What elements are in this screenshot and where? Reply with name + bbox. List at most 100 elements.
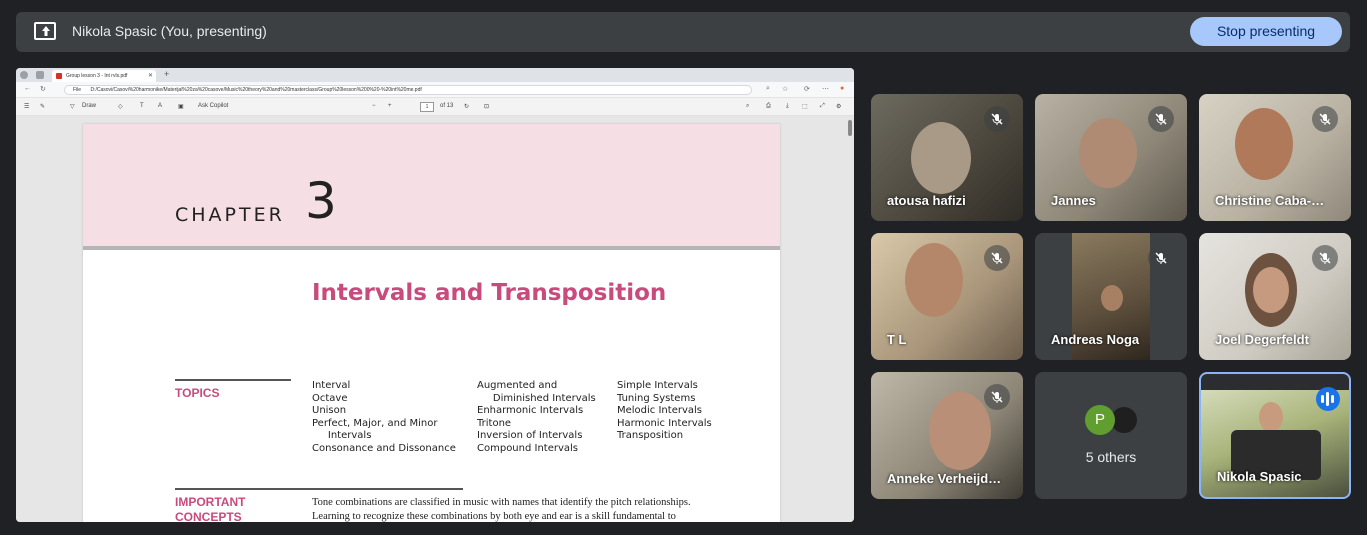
participant-tile[interactable]: T L [871, 233, 1023, 360]
topic-item: Unison [312, 405, 347, 417]
print-icon[interactable]: ⎙ [766, 103, 771, 110]
participant-tile[interactable]: atousa hafizi [871, 94, 1023, 221]
topic-item: Inversion of Intervals [477, 430, 583, 442]
new-tab-icon[interactable]: + [164, 69, 169, 79]
rotate-icon[interactable]: ↻ [464, 103, 469, 110]
topics-rule [175, 379, 291, 381]
concepts-label-line2: CONCEPTS [175, 510, 242, 522]
participant-name: T L [887, 332, 907, 347]
fullscreen-icon[interactable]: ⤢ [820, 103, 825, 110]
topic-item: Diminished Intervals [477, 392, 596, 404]
save-as-icon[interactable]: ⬚ [802, 103, 808, 110]
profile-icon[interactable] [20, 71, 28, 79]
copilot-icon[interactable]: ● [840, 85, 844, 92]
participant-tile[interactable]: Jannes [1035, 94, 1187, 221]
topic-item: Augmented and [477, 380, 558, 391]
participant-video [1079, 118, 1137, 188]
topic-item: Interval [312, 380, 351, 391]
favorite-icon[interactable]: ☆ [782, 85, 788, 93]
zoom-in-button[interactable]: + [388, 103, 392, 109]
participant-video [905, 243, 963, 317]
concepts-label-line1: IMPORTANT [175, 495, 246, 509]
back-icon[interactable]: ← [24, 85, 31, 92]
eraser-icon[interactable]: ◇ [118, 103, 123, 110]
pdf-icon [56, 73, 62, 79]
participant-name: Anneke Verheijd… [887, 471, 1002, 486]
topic-item: Consonance and Dissonance [312, 442, 456, 454]
save-icon[interactable]: ⤓ [786, 103, 789, 110]
participant-tile[interactable]: Christine Caba-… [1199, 94, 1351, 221]
more-icon[interactable]: ⋯ [822, 85, 829, 93]
participant-name: Christine Caba-… [1215, 193, 1325, 208]
participant-tile[interactable]: Andreas Noga [1035, 233, 1187, 360]
read-aloud-icon[interactable]: A [158, 103, 162, 109]
ask-copilot-label[interactable]: Ask Copilot [198, 103, 228, 109]
search-icon[interactable]: ⌕ [746, 103, 749, 110]
presenting-bar: Nikola Spasic (You, presenting) Stop pre… [16, 12, 1350, 52]
chapter-number: 3 [305, 172, 337, 230]
zoom-icon[interactable]: ⌕ [766, 85, 770, 93]
topic-item: Tritone [477, 417, 512, 429]
url-text: D:/Casovi/Casovi%20harmonike/Materijal%2… [90, 87, 422, 93]
refresh-icon[interactable]: ↻ [40, 85, 46, 93]
participant-name: Jannes [1051, 193, 1096, 208]
speaking-indicator-icon [1316, 387, 1340, 411]
mic-off-icon [1312, 106, 1338, 132]
participant-face [1101, 285, 1123, 311]
avatar: P [1085, 405, 1115, 435]
topic-item: Simple Intervals [617, 380, 698, 391]
tab-actions-icon[interactable] [36, 71, 44, 79]
others-avatars: P [1085, 405, 1145, 437]
url-scheme: File [73, 87, 82, 93]
ask-copilot-icon[interactable]: ▣ [178, 103, 184, 110]
contents-icon[interactable]: ☰ [24, 103, 29, 110]
participant-name: Nikola Spasic [1217, 469, 1302, 484]
mic-off-icon [1148, 245, 1174, 271]
close-tab-icon[interactable]: ✕ [148, 72, 153, 79]
participant-face [1253, 267, 1289, 313]
mic-off-icon [984, 106, 1010, 132]
concepts-body: Tone combinations are classified in musi… [312, 496, 732, 522]
page-total: of 13 [440, 103, 454, 109]
pdf-page: CHAPTER 3 Intervals and Transposition TO… [83, 124, 780, 522]
zoom-out-button[interactable]: − [372, 103, 376, 109]
fit-page-icon[interactable]: ⊡ [484, 103, 489, 110]
participant-tile[interactable]: Joel Degerfeldt [1199, 233, 1351, 360]
topic-item: Melodic Intervals [617, 405, 702, 417]
participant-face [1259, 402, 1283, 432]
draw-label[interactable]: Draw [82, 103, 96, 109]
scrollbar[interactable] [848, 120, 852, 136]
browser-tab-bar: Group lesson 3 - Int rvls.pdf ✕ + [16, 68, 854, 82]
participant-name: atousa hafizi [887, 193, 966, 208]
stop-presenting-button[interactable]: Stop presenting [1190, 17, 1342, 46]
body-line: Tone combinations are classified in musi… [312, 497, 691, 508]
body-line: Learning to recognize these combinations… [312, 511, 676, 522]
tab-title: Group lesson 3 - Int rvls.pdf [66, 73, 128, 79]
draw-icon[interactable]: ▽ [70, 103, 75, 110]
extensions-icon[interactable]: ⟳ [804, 85, 810, 93]
participant-video [911, 122, 971, 194]
mic-off-icon [984, 384, 1010, 410]
chapter-title: Intervals and Transposition [312, 280, 667, 306]
text-icon[interactable]: T [140, 103, 144, 109]
shared-screen: Group lesson 3 - Int rvls.pdf ✕ + ← ↻ Fi… [16, 68, 854, 522]
topic-item: Compound Intervals [477, 442, 579, 454]
topic-item: Enharmonic Intervals [477, 405, 584, 417]
settings-icon[interactable]: ⚙ [836, 103, 841, 110]
participant-tile-self[interactable]: Nikola Spasic [1199, 372, 1351, 499]
topics-label: TOPICS [175, 386, 220, 400]
page-number-input[interactable]: 1 [420, 102, 434, 112]
mic-off-icon [1312, 245, 1338, 271]
chapter-banner: CHAPTER 3 [83, 124, 780, 250]
mic-off-icon [1148, 106, 1174, 132]
url-field[interactable]: File D:/Casovi/Casovi%20harmonike/Materi… [64, 85, 752, 95]
participant-name: Andreas Noga [1051, 332, 1140, 347]
highlight-icon[interactable]: ✎ [40, 103, 45, 110]
browser-tab[interactable]: Group lesson 3 - Int rvls.pdf ✕ [52, 70, 156, 82]
others-tile[interactable]: P 5 others [1035, 372, 1187, 499]
concepts-rule [175, 488, 463, 490]
participant-tile[interactable]: Anneke Verheijd… [871, 372, 1023, 499]
presenting-title: Nikola Spasic (You, presenting) [72, 23, 267, 39]
topic-item: Octave [312, 392, 348, 404]
others-label: 5 others [1085, 449, 1137, 465]
